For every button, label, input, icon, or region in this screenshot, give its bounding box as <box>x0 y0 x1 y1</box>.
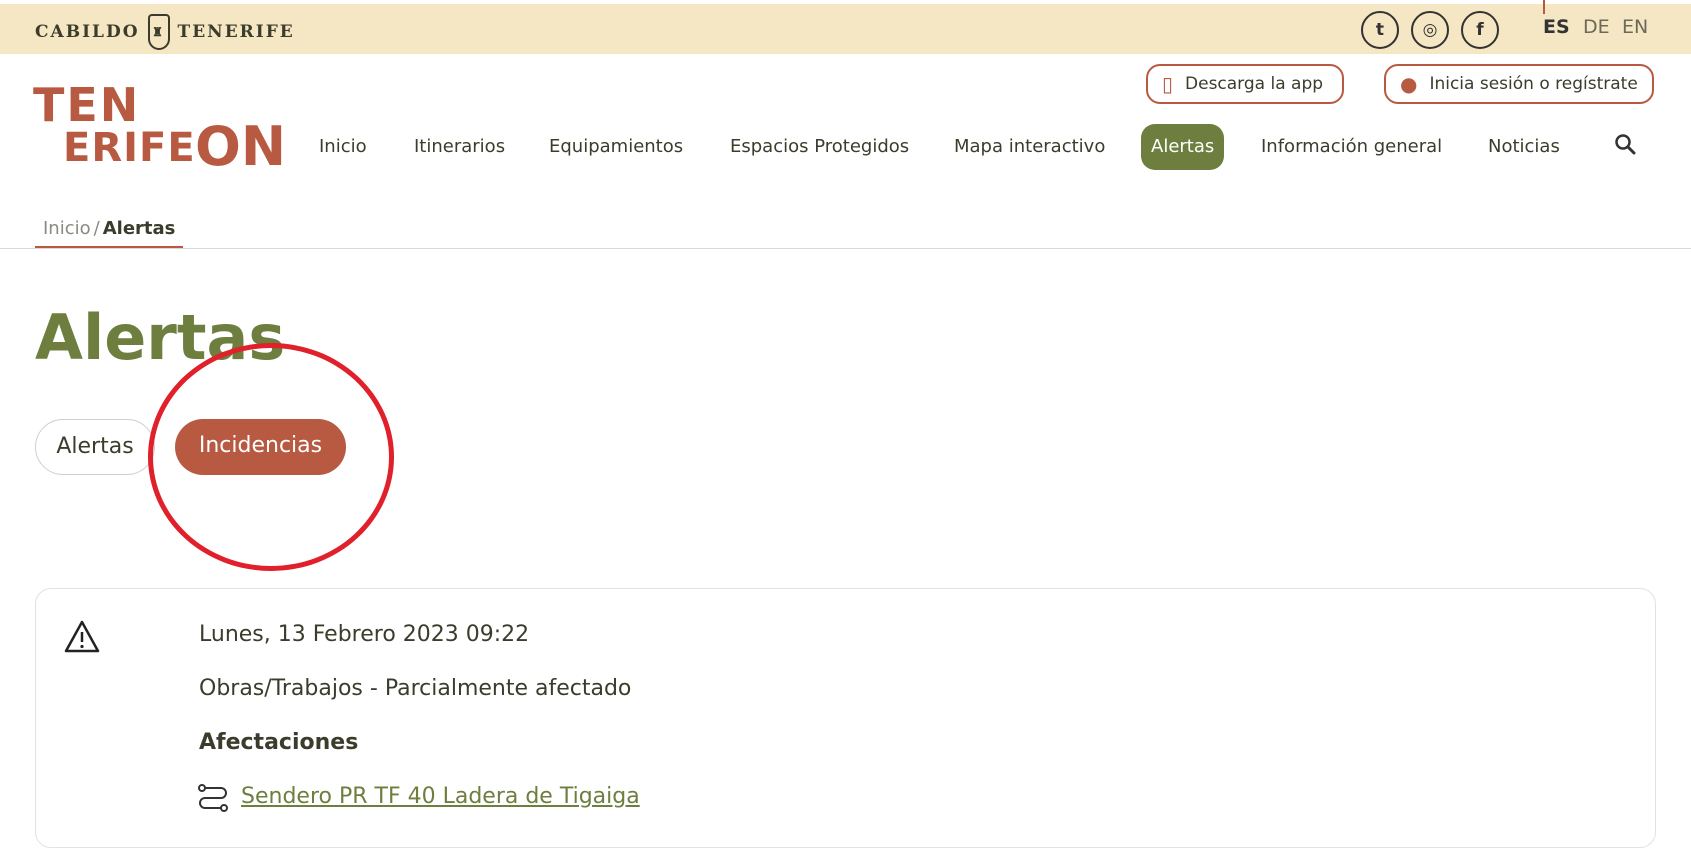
breadcrumb-current: Alertas <box>102 218 176 239</box>
annotation-circle <box>148 343 394 571</box>
nav-equipamientos[interactable]: Equipamientos <box>549 124 683 170</box>
phone-icon: ▯ <box>1162 72 1174 96</box>
tenerife-on-logo[interactable]: TEN ERIFE ON <box>33 78 287 178</box>
download-app-button[interactable]: ▯ Descarga la app <box>1146 64 1344 104</box>
cabildo-text: CABILDO <box>35 22 140 42</box>
cabildo-tenerife-logo[interactable]: CABILDO ♜ TENERIFE <box>35 14 295 50</box>
nav-informacion-general[interactable]: Información general <box>1261 124 1442 170</box>
route-icon <box>198 784 228 812</box>
active-language-marker <box>1543 0 1545 14</box>
search-icon[interactable] <box>1614 133 1636 161</box>
nav-noticias[interactable]: Noticias <box>1488 124 1560 170</box>
language-en[interactable]: EN <box>1622 16 1648 38</box>
language-de[interactable]: DE <box>1583 16 1610 38</box>
instagram-icon[interactable]: ◎ <box>1411 11 1449 49</box>
facebook-icon[interactable]: f <box>1461 11 1499 49</box>
alert-card: Lunes, 13 Febrero 2023 09:22 Obras/Traba… <box>35 588 1656 848</box>
warning-icon <box>64 620 100 653</box>
user-icon: ● <box>1400 72 1418 96</box>
twitter-icon[interactable]: t <box>1361 11 1399 49</box>
nav-espacios-protegidos[interactable]: Espacios Protegidos <box>730 124 909 170</box>
logo-line-3: ON <box>195 115 287 178</box>
header-divider <box>0 248 1691 249</box>
affected-route-link[interactable]: Sendero PR TF 40 Ladera de Tigaiga <box>241 784 640 809</box>
breadcrumb-separator: / <box>93 218 100 239</box>
breadcrumb: Inicio / Alertas <box>35 213 184 249</box>
logo-line-1: TEN <box>33 78 141 132</box>
login-button[interactable]: ● Inicia sesión o regístrate <box>1384 64 1654 104</box>
nav-mapa-interactivo[interactable]: Mapa interactivo <box>954 124 1105 170</box>
crest-icon: ♜ <box>147 14 170 50</box>
affections-heading: Afectaciones <box>199 730 359 755</box>
logo-line-2: ERIFE <box>63 125 196 171</box>
nav-inicio[interactable]: Inicio <box>319 124 367 170</box>
tenerife-text: TENERIFE <box>177 22 295 42</box>
alert-type: Obras/Trabajos - Parcialmente afectado <box>199 676 632 701</box>
nav-alertas[interactable]: Alertas <box>1141 124 1225 170</box>
language-es[interactable]: ES <box>1543 16 1570 38</box>
nav-itinerarios[interactable]: Itinerarios <box>414 124 505 170</box>
download-app-label: Descarga la app <box>1185 74 1324 94</box>
tab-alertas[interactable]: Alertas <box>35 419 155 475</box>
breadcrumb-home[interactable]: Inicio <box>43 218 91 239</box>
alert-date: Lunes, 13 Febrero 2023 09:22 <box>199 622 530 647</box>
login-label: Inicia sesión o regístrate <box>1429 74 1638 94</box>
